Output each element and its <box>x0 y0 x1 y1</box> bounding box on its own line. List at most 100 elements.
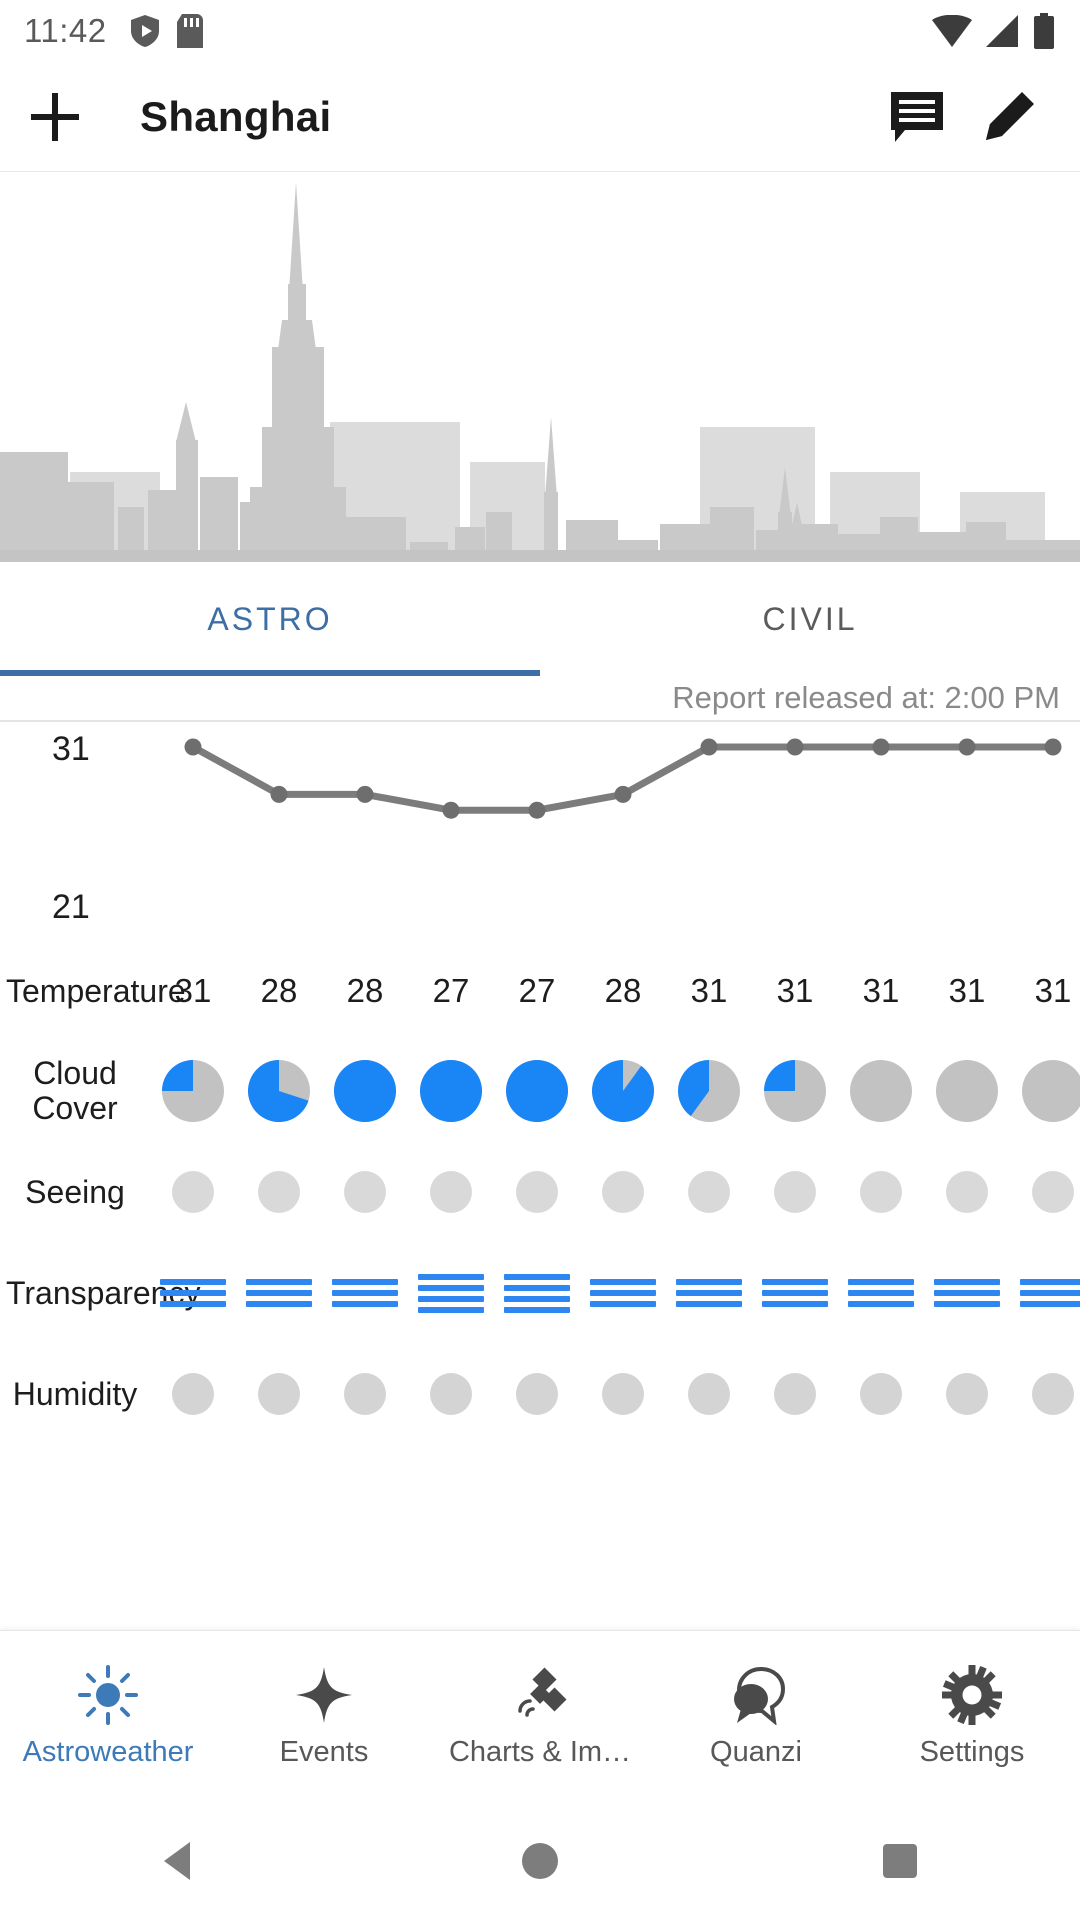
pie-chart-icon <box>592 1060 654 1122</box>
sd-card-icon <box>177 14 203 48</box>
transparency-bar <box>934 1279 1000 1285</box>
temperature-value-text: 27 <box>519 972 556 1010</box>
transparency-indicator <box>838 1274 924 1313</box>
transparency-indicator <box>1010 1274 1080 1313</box>
humidity-indicator <box>838 1373 924 1415</box>
temperature-value-text: 28 <box>347 972 384 1010</box>
transparency-bars-icon <box>160 1279 226 1307</box>
status-left-icons <box>129 14 203 48</box>
seeing-dot-icon <box>946 1171 988 1213</box>
transparency-bars-icon <box>1020 1279 1080 1307</box>
page-title: Shanghai <box>140 93 331 141</box>
humidity-dot-icon <box>602 1373 644 1415</box>
transparency-bar <box>160 1290 226 1296</box>
nav-item-settings[interactable]: Settings <box>864 1664 1080 1769</box>
humidity-dot-icon <box>1032 1373 1074 1415</box>
row-label-temperature: Temperature <box>0 974 150 1009</box>
status-bar: 11:42 <box>0 0 1080 62</box>
transparency-bar <box>1020 1279 1080 1285</box>
tab-bar: ASTRO CIVIL <box>0 562 1080 676</box>
humidity-dot-icon <box>774 1373 816 1415</box>
app-bar: Shanghai <box>0 62 1080 172</box>
nav-item-events[interactable]: Events <box>216 1664 432 1769</box>
cloud-cover-pie <box>236 1060 322 1122</box>
temperature-value: 27 <box>494 972 580 1010</box>
city-skyline-banner <box>0 172 1080 562</box>
cells-cloud-cover <box>150 1060 1080 1122</box>
temperature-value: 27 <box>408 972 494 1010</box>
back-button[interactable] <box>0 1839 360 1883</box>
temperature-value: 28 <box>322 972 408 1010</box>
transparency-bar <box>332 1290 398 1296</box>
signal-icon <box>984 15 1020 47</box>
cloud-cover-pie <box>752 1060 838 1122</box>
temperature-data-point <box>443 802 460 819</box>
cloud-cover-pie <box>322 1060 408 1122</box>
temperature-data-point <box>185 739 202 756</box>
transparency-bar <box>160 1279 226 1285</box>
temperature-data-point <box>1045 739 1062 756</box>
humidity-indicator <box>408 1373 494 1415</box>
transparency-indicator <box>322 1274 408 1313</box>
row-temperature: Temperature 3128282727283131313131 <box>0 947 1080 1035</box>
temperature-value: 31 <box>924 972 1010 1010</box>
tab-civil[interactable]: CIVIL <box>540 562 1080 676</box>
humidity-dot-icon <box>258 1373 300 1415</box>
row-seeing: Seeing <box>0 1147 1080 1237</box>
nav-item-charts-images[interactable]: Charts & Im… <box>432 1664 648 1769</box>
tab-astro[interactable]: ASTRO <box>0 562 540 676</box>
star-icon <box>294 1664 354 1726</box>
transparency-bar <box>676 1290 742 1296</box>
row-label-seeing: Seeing <box>0 1175 150 1210</box>
seeing-indicator <box>666 1171 752 1213</box>
humidity-dot-icon <box>344 1373 386 1415</box>
pie-chart-icon <box>248 1060 310 1122</box>
temperature-data-point <box>787 739 804 756</box>
temperature-value: 31 <box>1010 972 1080 1010</box>
temperature-data-point <box>959 739 976 756</box>
temperature-data-point <box>873 739 890 756</box>
transparency-bar <box>246 1290 312 1296</box>
humidity-indicator <box>752 1373 838 1415</box>
seeing-indicator <box>752 1171 838 1213</box>
temperature-value-text: 31 <box>175 972 212 1010</box>
recents-button[interactable] <box>720 1842 1080 1880</box>
transparency-bar <box>418 1307 484 1313</box>
transparency-bar <box>418 1274 484 1280</box>
cells-temperature: 3128282727283131313131 <box>150 972 1080 1010</box>
transparency-bar <box>676 1279 742 1285</box>
transparency-indicator <box>494 1274 580 1313</box>
transparency-indicator <box>752 1274 838 1313</box>
shield-play-icon <box>129 14 161 48</box>
cloud-cover-pie <box>494 1060 580 1122</box>
transparency-bars-icon <box>246 1279 312 1307</box>
humidity-dot-icon <box>946 1373 988 1415</box>
row-label-transparency: Transparency <box>0 1276 150 1311</box>
humidity-indicator <box>580 1373 666 1415</box>
temperature-data-point <box>701 739 718 756</box>
square-icon <box>881 1842 919 1880</box>
temperature-value: 31 <box>752 972 838 1010</box>
transparency-bar <box>160 1301 226 1307</box>
message-button[interactable] <box>884 84 950 150</box>
transparency-bars-icon <box>762 1279 828 1307</box>
edit-button[interactable] <box>976 84 1042 150</box>
transparency-indicator <box>236 1274 322 1313</box>
nav-label-quanzi: Quanzi <box>710 1736 802 1769</box>
add-location-button[interactable] <box>0 91 110 143</box>
transparency-bar <box>504 1296 570 1302</box>
pie-chart-icon <box>506 1060 568 1122</box>
report-released-text: Report released at: 2:00 PM <box>672 680 1060 716</box>
seeing-indicator <box>924 1171 1010 1213</box>
temperature-value: 28 <box>580 972 666 1010</box>
home-button[interactable] <box>360 1841 720 1881</box>
transparency-bar <box>504 1274 570 1280</box>
nav-item-quanzi[interactable]: Quanzi <box>648 1664 864 1769</box>
humidity-indicator <box>150 1373 236 1415</box>
pie-chart-icon <box>678 1060 740 1122</box>
nav-item-astroweather[interactable]: Astroweather <box>0 1664 216 1769</box>
temperature-value-text: 27 <box>433 972 470 1010</box>
satellite-icon <box>510 1664 570 1726</box>
forecast-table[interactable]: 31 21 Temperature 3128282727283131313131… <box>0 720 1080 1660</box>
nav-label-events: Events <box>280 1736 369 1769</box>
